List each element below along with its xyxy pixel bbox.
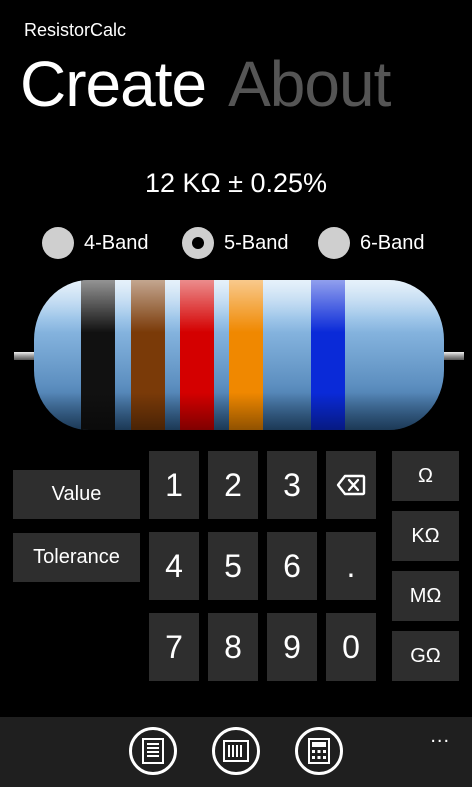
calculator-icon	[308, 738, 330, 764]
band-count-selector: 4-Band 5-Band 6-Band	[42, 225, 442, 261]
list-icon	[142, 738, 164, 764]
tolerance-button[interactable]: Tolerance	[13, 533, 140, 582]
radio-circle-icon	[318, 227, 350, 259]
radio-label: 6-Band	[360, 231, 425, 254]
resistor-graphic	[14, 280, 464, 430]
radio-label: 4-Band	[84, 231, 149, 254]
resistor-band-red	[180, 280, 214, 430]
resistance-result: 12 KΩ ± 0.25%	[144, 168, 328, 198]
radio-4-band[interactable]: 4-Band	[42, 225, 149, 261]
unit-gohm-button[interactable]: GΩ	[392, 631, 459, 681]
pivot-header: Create About	[20, 52, 412, 116]
key-8[interactable]: 8	[208, 613, 258, 681]
radio-circle-icon	[42, 227, 74, 259]
key-9[interactable]: 9	[267, 613, 317, 681]
calculator-button[interactable]	[295, 727, 343, 775]
resistor-band-black	[81, 280, 115, 430]
list-button[interactable]	[129, 727, 177, 775]
tab-create[interactable]: Create	[20, 52, 207, 116]
key-6[interactable]: 6	[267, 532, 317, 600]
unit-mohm-button[interactable]: MΩ	[392, 571, 459, 621]
barcode-icon	[223, 740, 249, 762]
tab-about[interactable]: About	[228, 52, 391, 116]
unit-ohm-button[interactable]: Ω	[392, 451, 459, 501]
key-7[interactable]: 7	[149, 613, 199, 681]
app-bar: ...	[0, 717, 472, 787]
key-0[interactable]: 0	[326, 613, 376, 681]
unit-kohm-button[interactable]: KΩ	[392, 511, 459, 561]
backspace-button[interactable]	[326, 451, 376, 519]
key-decimal[interactable]: .	[326, 532, 376, 600]
key-4[interactable]: 4	[149, 532, 199, 600]
resistor-band-orange	[229, 280, 263, 430]
key-3[interactable]: 3	[267, 451, 317, 519]
barcode-button[interactable]	[212, 727, 260, 775]
resistor-band-blue	[311, 280, 345, 430]
radio-label: 5-Band	[224, 231, 289, 254]
backspace-icon	[336, 474, 366, 496]
radio-6-band[interactable]: 6-Band	[318, 225, 425, 261]
resistor-svg	[14, 280, 464, 430]
app-title: ResistorCalc	[24, 20, 127, 40]
key-5[interactable]: 5	[208, 532, 258, 600]
more-button[interactable]: ...	[430, 725, 450, 748]
value-button[interactable]: Value	[13, 470, 140, 519]
key-2[interactable]: 2	[208, 451, 258, 519]
key-1[interactable]: 1	[149, 451, 199, 519]
radio-5-band[interactable]: 5-Band	[182, 225, 289, 261]
radio-circle-checked-icon	[182, 227, 214, 259]
resistor-band-brown	[131, 280, 165, 430]
